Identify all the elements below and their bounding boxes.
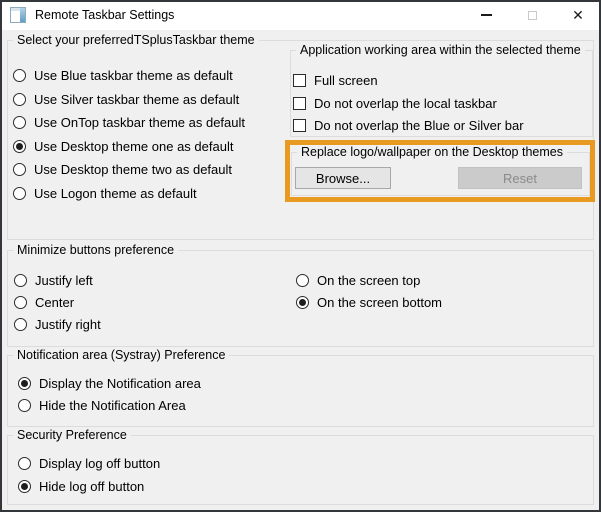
radio-justify-right-label: Justify right — [35, 317, 101, 332]
radio-display-logoff[interactable]: Display log off button — [18, 456, 160, 471]
replace-group: Replace logo/wallpaper on the Desktop th… — [291, 152, 590, 196]
radio-center-control — [14, 296, 27, 309]
close-icon: ✕ — [572, 8, 584, 22]
minimize-button[interactable] — [463, 0, 509, 30]
radio-desktop-two[interactable]: Use Desktop theme two as default — [13, 162, 232, 177]
radio-justify-left-label: Justify left — [35, 273, 93, 288]
radio-blue-theme-label: Use Blue taskbar theme as default — [34, 68, 233, 83]
replace-group-label: Replace logo/wallpaper on the Desktop th… — [297, 145, 567, 159]
minimize-icon — [481, 14, 492, 16]
radio-display-logoff-label: Display log off button — [39, 456, 160, 471]
radio-screen-bottom-control — [296, 296, 309, 309]
radio-desktop-one-label: Use Desktop theme one as default — [34, 139, 233, 154]
maximize-icon — [528, 11, 537, 20]
radio-justify-left[interactable]: Justify left — [14, 273, 93, 288]
systray-group-label: Notification area (Systray) Preference — [13, 348, 229, 362]
checkbox-no-overlap-local-taskbar[interactable]: Do not overlap the local taskbar — [293, 96, 497, 111]
radio-display-notification-area[interactable]: Display the Notification area — [18, 376, 201, 391]
systray-group: Notification area (Systray) Preference D… — [7, 355, 594, 427]
maximize-button — [509, 0, 555, 30]
titlebar: Remote Taskbar Settings ✕ — [0, 0, 601, 30]
radio-screen-top-control — [296, 274, 309, 287]
radio-desktop-two-label: Use Desktop theme two as default — [34, 162, 232, 177]
app-icon — [10, 7, 26, 23]
radio-display-notification-area-control — [18, 377, 31, 390]
checkbox-no-overlap-local-taskbar-label: Do not overlap the local taskbar — [314, 96, 497, 111]
theme-group-label: Select your preferredTSplusTaskbar theme — [13, 33, 259, 47]
radio-display-notification-area-label: Display the Notification area — [39, 376, 201, 391]
working-area-group-label: Application working area within the sele… — [296, 43, 585, 57]
checkbox-no-overlap-blue-silver-bar-label: Do not overlap the Blue or Silver bar — [314, 118, 524, 133]
window-controls: ✕ — [463, 0, 601, 30]
radio-center[interactable]: Center — [14, 295, 74, 310]
security-group-label: Security Preference — [13, 428, 131, 442]
radio-silver-theme-control — [13, 93, 26, 106]
radio-hide-logoff-control — [18, 480, 31, 493]
radio-hide-notification-area-control — [18, 399, 31, 412]
radio-silver-theme-label: Use Silver taskbar theme as default — [34, 92, 239, 107]
radio-desktop-two-control — [13, 163, 26, 176]
radio-hide-notification-area-label: Hide the Notification Area — [39, 398, 186, 413]
reset-button: Reset — [458, 167, 582, 189]
radio-logon-theme-control — [13, 187, 26, 200]
security-group: Security Preference Display log off butt… — [7, 435, 594, 505]
remote-taskbar-settings-dialog: Remote Taskbar Settings ✕ Select your pr… — [0, 0, 601, 512]
radio-blue-theme-control — [13, 69, 26, 82]
radio-display-logoff-control — [18, 457, 31, 470]
radio-blue-theme[interactable]: Use Blue taskbar theme as default — [13, 68, 233, 83]
minimize-group-label: Minimize buttons preference — [13, 243, 178, 257]
radio-screen-top[interactable]: On the screen top — [296, 273, 420, 288]
radio-ontop-theme-label: Use OnTop taskbar theme as default — [34, 115, 245, 130]
radio-logon-theme[interactable]: Use Logon theme as default — [13, 186, 197, 201]
radio-justify-right-control — [14, 318, 27, 331]
radio-desktop-one-control — [13, 140, 26, 153]
radio-ontop-theme[interactable]: Use OnTop taskbar theme as default — [13, 115, 245, 130]
minimize-group: Minimize buttons preference Justify left… — [7, 250, 594, 347]
checkbox-no-overlap-blue-silver-bar[interactable]: Do not overlap the Blue or Silver bar — [293, 118, 524, 133]
app-icon-sidebar — [20, 8, 25, 22]
radio-hide-notification-area[interactable]: Hide the Notification Area — [18, 398, 186, 413]
radio-ontop-theme-control — [13, 116, 26, 129]
working-area-group: Application working area within the sele… — [290, 50, 593, 137]
radio-justify-left-control — [14, 274, 27, 287]
radio-justify-right[interactable]: Justify right — [14, 317, 101, 332]
radio-screen-bottom[interactable]: On the screen bottom — [296, 295, 442, 310]
radio-silver-theme[interactable]: Use Silver taskbar theme as default — [13, 92, 239, 107]
close-button[interactable]: ✕ — [555, 0, 601, 30]
radio-screen-top-label: On the screen top — [317, 273, 420, 288]
checkbox-no-overlap-blue-silver-bar-control — [293, 119, 306, 132]
radio-logon-theme-label: Use Logon theme as default — [34, 186, 197, 201]
checkbox-full-screen-control — [293, 74, 306, 87]
checkbox-full-screen[interactable]: Full screen — [293, 73, 378, 88]
radio-desktop-one[interactable]: Use Desktop theme one as default — [13, 139, 233, 154]
radio-center-label: Center — [35, 295, 74, 310]
window-title: Remote Taskbar Settings — [35, 8, 174, 22]
checkbox-full-screen-label: Full screen — [314, 73, 378, 88]
checkbox-no-overlap-local-taskbar-control — [293, 97, 306, 110]
radio-screen-bottom-label: On the screen bottom — [317, 295, 442, 310]
browse-button[interactable]: Browse... — [295, 167, 391, 189]
radio-hide-logoff-label: Hide log off button — [39, 479, 144, 494]
radio-hide-logoff[interactable]: Hide log off button — [18, 479, 144, 494]
